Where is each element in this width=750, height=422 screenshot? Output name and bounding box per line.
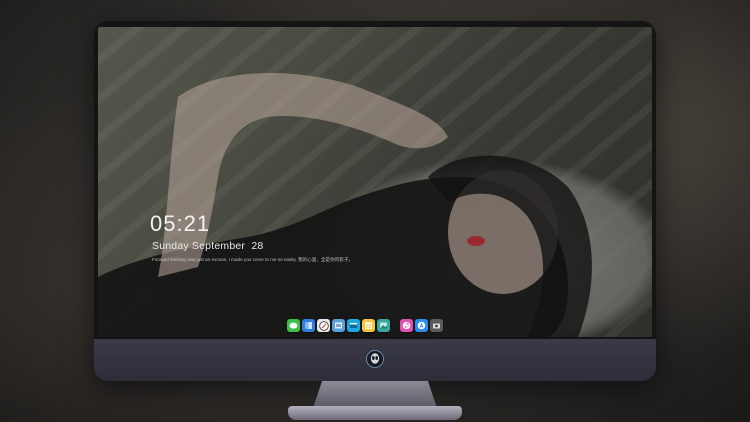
photos-icon[interactable] [377,319,390,332]
messages-icon[interactable] [287,319,300,332]
dock [287,318,443,333]
alien-logo [366,350,384,368]
monitor-stand-base [288,406,462,420]
appstore-icon[interactable] [415,319,428,332]
preview-icon[interactable] [332,319,345,332]
itunes-icon[interactable] [400,319,413,332]
wallpaper-photo [98,73,592,337]
desktop-screen: 05:21 Sunday September 28 Forward thinki… [98,27,652,337]
safari-icon[interactable] [317,319,330,332]
camera-icon[interactable] [430,319,443,332]
video-icon[interactable] [347,319,360,332]
lockscreen-time: 05:21 [150,211,211,236]
notes-icon[interactable] [362,319,375,332]
finder-icon[interactable] [302,319,315,332]
lockscreen-quote: Forward thinking was just an excuse, I m… [152,257,354,262]
lockscreen-date: Sunday September 28 [152,240,264,252]
